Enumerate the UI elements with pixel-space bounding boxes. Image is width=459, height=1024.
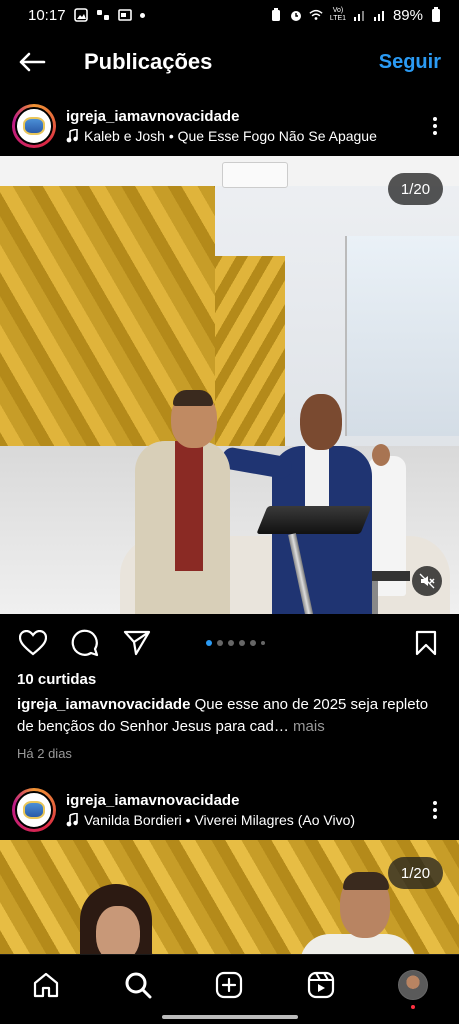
- post-music-2[interactable]: Vanilda Bordieri • Viverei Milagres (Ao …: [66, 812, 355, 828]
- top-header: Publicações Seguir: [0, 38, 459, 86]
- notification-dot: [139, 12, 145, 18]
- post-image-2[interactable]: 1/20: [0, 840, 459, 954]
- search-icon[interactable]: [118, 965, 158, 1005]
- speaker-muted-icon[interactable]: [412, 566, 442, 596]
- post-username-2[interactable]: igreja_iamavnovacidade: [66, 792, 355, 809]
- post-header-2: igreja_iamavnovacidade Vanilda Bordieri …: [0, 785, 459, 835]
- home-indicator[interactable]: [162, 1015, 298, 1019]
- wifi-icon: [309, 8, 323, 22]
- music-note-icon: [66, 813, 78, 827]
- bookmark-icon[interactable]: [413, 628, 439, 658]
- caption-more-link[interactable]: mais: [289, 718, 325, 735]
- profile-avatar[interactable]: [393, 965, 433, 1009]
- back-arrow-icon[interactable]: [16, 46, 48, 78]
- music-note-icon: [66, 129, 78, 143]
- page-title: Publicações: [84, 49, 213, 74]
- create-icon[interactable]: [209, 965, 249, 1005]
- heart-icon[interactable]: [18, 628, 48, 658]
- avatar[interactable]: [15, 107, 53, 145]
- reels-icon[interactable]: [301, 965, 341, 1005]
- bottom-navigation: [0, 954, 459, 1024]
- link-icon: [96, 8, 110, 22]
- battery-icon: [429, 7, 443, 22]
- post-music[interactable]: Kaleb e Josh • Que Esse Fogo Não Se Apag…: [66, 128, 377, 144]
- more-options-icon[interactable]: [423, 114, 447, 138]
- more-options-icon-2[interactable]: [423, 798, 447, 822]
- music-label: Kaleb e Josh • Que Esse Fogo Não Se Apag…: [84, 128, 377, 144]
- avatar-2[interactable]: [15, 791, 53, 829]
- post-header: igreja_iamavnovacidade Kaleb e Josh • Qu…: [0, 101, 459, 151]
- send-icon[interactable]: [122, 628, 152, 658]
- post-caption[interactable]: igreja_iamavnovacidade Que esse ano de 2…: [17, 694, 437, 738]
- battery-percent: 89%: [392, 6, 423, 24]
- carousel-dots: [206, 640, 265, 646]
- music-label-2: Vanilda Bordieri • Viverei Milagres (Ao …: [84, 812, 356, 828]
- network-label: Vo) LTE1: [329, 7, 347, 22]
- alarm-icon: [289, 8, 303, 22]
- likes-count[interactable]: 10 curtidas: [17, 671, 96, 688]
- signal-icon-2: [373, 8, 387, 22]
- comment-icon[interactable]: [70, 628, 100, 658]
- post-username[interactable]: igreja_iamavnovacidade: [66, 108, 377, 125]
- gallery-icon: [73, 8, 88, 22]
- notification-dot-icon: [411, 1005, 416, 1009]
- status-bar: 10:17 Vo) LTE1 89%: [0, 0, 459, 30]
- home-icon[interactable]: [26, 965, 66, 1005]
- post-date: Há 2 dias: [17, 746, 72, 761]
- story-ring[interactable]: [12, 104, 56, 148]
- image-counter: 1/20: [388, 173, 443, 205]
- caption-username[interactable]: igreja_iamavnovacidade: [17, 696, 190, 713]
- signal-icon: [353, 8, 367, 22]
- follow-button[interactable]: Seguir: [379, 51, 441, 74]
- story-ring-2[interactable]: [12, 788, 56, 832]
- battery-saver-icon: [269, 8, 283, 22]
- post-image[interactable]: 1/20: [0, 156, 459, 614]
- screen-icon: [117, 8, 132, 22]
- image-counter-2: 1/20: [388, 857, 443, 889]
- status-time: 10:17: [28, 6, 66, 24]
